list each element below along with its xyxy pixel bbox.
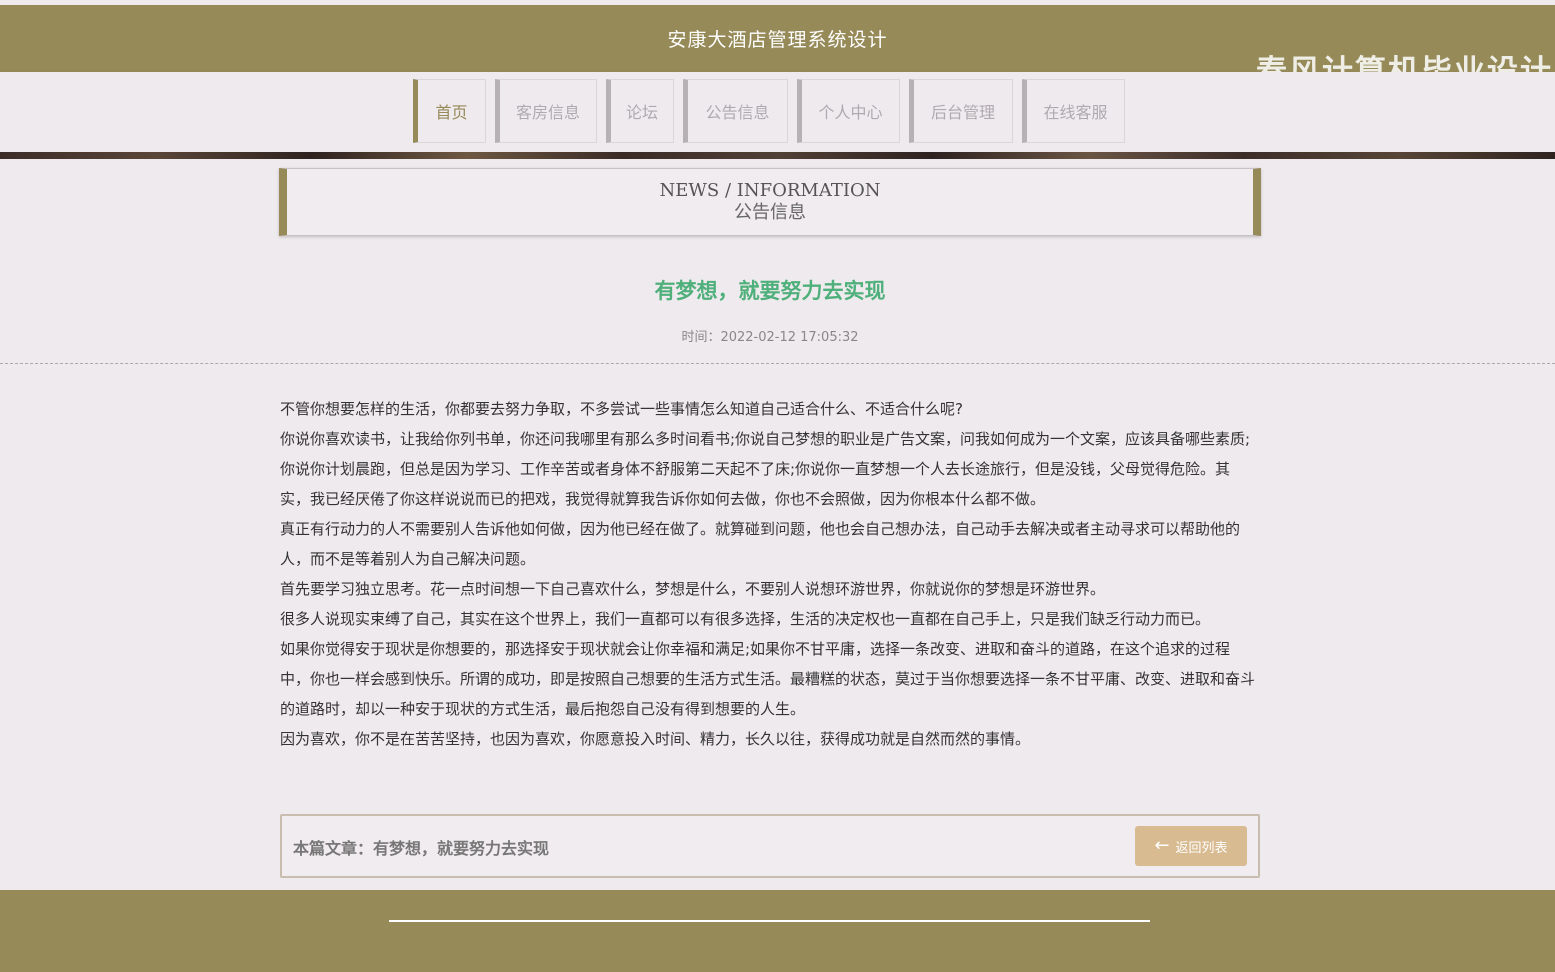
- arrow-left-icon: ←: [1154, 835, 1170, 856]
- nav-item-label: 客房信息: [515, 103, 580, 122]
- nav-item-home[interactable]: 首页: [413, 79, 486, 143]
- section-title-cn: 公告信息: [734, 202, 806, 223]
- main-nav: 首页 客房信息 论坛 公告信息 个人中心 后台管理 在线客服: [413, 79, 1125, 145]
- article-title: 有梦想，就要努力去实现: [654, 279, 886, 303]
- current-article-label: 本篇文章：有梦想，就要努力去实现: [293, 839, 550, 858]
- article-paragraph: 首先要学习独立思考。花一点时间想一下自己喜欢什么，梦想是什么，不要别人说想环游世…: [280, 580, 1106, 598]
- site-footer: [0, 890, 1555, 972]
- nav-item-label: 公告信息: [705, 103, 770, 122]
- back-button-label: 返回列表: [1175, 840, 1228, 856]
- nav-item-profile[interactable]: 个人中心: [797, 79, 900, 143]
- section-heading: NEWS / INFORMATION 公告信息: [279, 168, 1261, 236]
- article-paragraph: 因为喜欢，你不是在苦苦坚持，也因为喜欢，你愿意投入时间、精力，长久以往，获得成功…: [280, 730, 1031, 748]
- article-paragraph: 不管你想要怎样的生活，你都要去努力争取，不多尝试一些事情怎么知道自己适合什么、不…: [280, 400, 963, 418]
- divider: [0, 363, 1555, 364]
- site-title: 安康大酒店管理系统设计: [667, 29, 888, 51]
- nav-item-customer-service[interactable]: 在线客服: [1022, 79, 1125, 143]
- section-title-en: NEWS / INFORMATION: [659, 180, 881, 201]
- nav-item-announcements[interactable]: 公告信息: [683, 79, 788, 143]
- nav-item-admin[interactable]: 后台管理: [909, 79, 1013, 143]
- nav-item-rooms[interactable]: 客房信息: [495, 79, 597, 143]
- article-paragraph: 你说你喜欢读书，让我给你列书单，你还问我哪里有那么多时间看书;你说自己梦想的职业…: [280, 430, 1251, 508]
- article-paragraph: 如果你觉得安于现状是你想要的，那选择安于现状就会让你幸福和满足;如果你不甘平庸，…: [280, 640, 1256, 718]
- article-paragraph: 真正有行动力的人不需要别人告诉他如何做，因为他已经在做了。就算碰到问题，他也会自…: [280, 520, 1241, 568]
- nav-item-label: 后台管理: [930, 103, 995, 122]
- nav-item-label: 论坛: [625, 103, 658, 122]
- nav-bar: 首页 客房信息 论坛 公告信息 个人中心 后台管理 在线客服: [0, 72, 1555, 152]
- footer-divider: [389, 920, 1150, 922]
- article-time: 时间：2022-02-12 17:05:32: [681, 330, 859, 345]
- nav-item-label: 在线客服: [1043, 103, 1108, 122]
- nav-item-forum[interactable]: 论坛: [606, 79, 674, 143]
- article-body: 不管你想要怎样的生活，你都要去努力争取，不多尝试一些事情怎么知道自己适合什么、不…: [280, 394, 1260, 754]
- article-paragraph: 很多人说现实束缚了自己，其实在这个世界上，我们一直都可以有很多选择，生活的决定权…: [280, 610, 1211, 628]
- nav-item-label: 个人中心: [818, 103, 883, 122]
- banner-image: [0, 152, 1555, 159]
- back-to-list-button[interactable]: ← 返回列表: [1135, 826, 1247, 866]
- article-footer-box: 本篇文章：有梦想，就要努力去实现 ← 返回列表: [280, 814, 1260, 878]
- nav-item-label: 首页: [435, 103, 468, 122]
